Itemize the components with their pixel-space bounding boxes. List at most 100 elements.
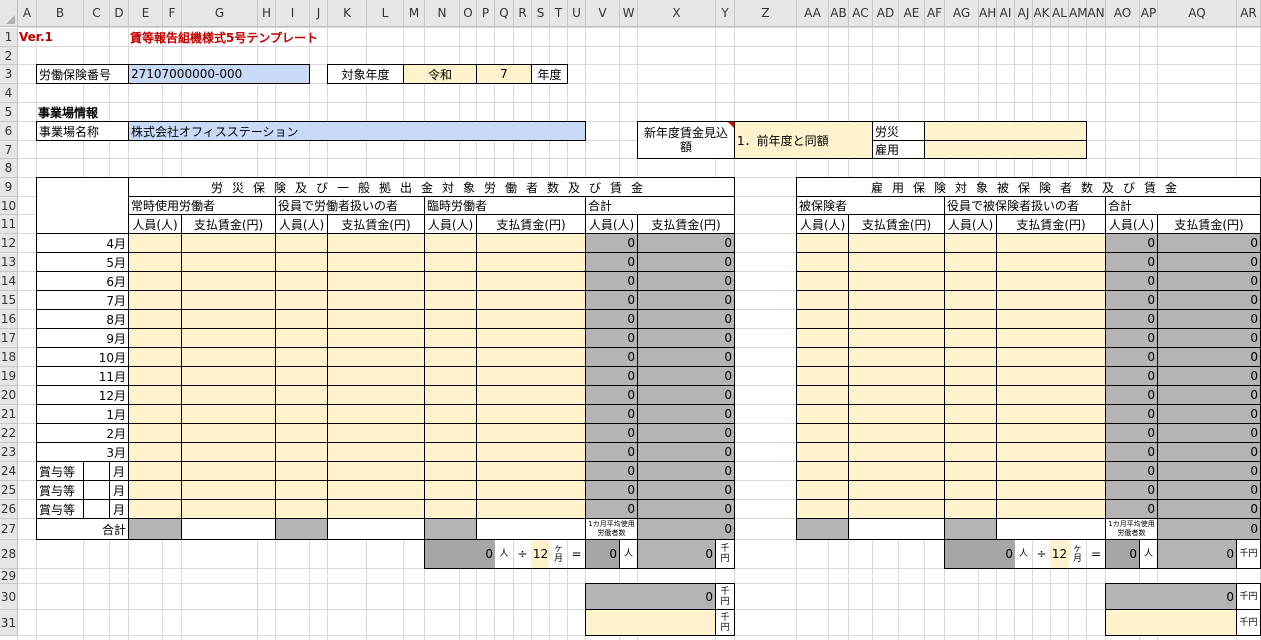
- row-header[interactable]: 3: [0, 65, 18, 84]
- people-input[interactable]: [424, 404, 477, 424]
- wage-input[interactable]: [848, 233, 945, 253]
- row-header[interactable]: 20: [0, 386, 18, 405]
- people-input[interactable]: [275, 347, 328, 367]
- people-input[interactable]: [796, 442, 849, 462]
- people-input[interactable]: [796, 404, 849, 424]
- people-input[interactable]: [128, 423, 182, 443]
- column-header[interactable]: E: [129, 0, 163, 27]
- calc-months-input[interactable]: 12: [1050, 539, 1069, 569]
- row-header[interactable]: 5: [0, 103, 18, 122]
- people-input[interactable]: [275, 366, 328, 386]
- row-header[interactable]: 11: [0, 215, 18, 234]
- wage-input[interactable]: [848, 385, 945, 405]
- people-input[interactable]: [275, 480, 328, 500]
- wage-input[interactable]: [996, 385, 1106, 405]
- row-header[interactable]: 6: [0, 122, 18, 141]
- people-input[interactable]: [424, 499, 477, 519]
- column-header[interactable]: N: [425, 0, 460, 27]
- rousai-estimate-field[interactable]: [924, 121, 1087, 141]
- people-input[interactable]: [944, 309, 997, 329]
- bonus-month-input[interactable]: [83, 461, 110, 481]
- wage-input[interactable]: [476, 309, 586, 329]
- summary-input[interactable]: [585, 609, 716, 636]
- wage-input[interactable]: [996, 499, 1106, 519]
- people-input[interactable]: [944, 366, 997, 386]
- people-input[interactable]: [944, 271, 997, 291]
- people-input[interactable]: [275, 252, 328, 272]
- wage-input[interactable]: [181, 499, 276, 519]
- people-input[interactable]: [275, 461, 328, 481]
- column-header[interactable]: Q: [495, 0, 514, 27]
- column-header[interactable]: G: [182, 0, 258, 27]
- wage-input[interactable]: [327, 499, 425, 519]
- row-header[interactable]: 23: [0, 443, 18, 462]
- people-input[interactable]: [424, 347, 477, 367]
- bonus-month-input[interactable]: [83, 499, 110, 519]
- row-header[interactable]: 9: [0, 178, 18, 197]
- workplace-name-field[interactable]: 株式会社オフィスステーション: [128, 121, 586, 141]
- people-input[interactable]: [424, 309, 477, 329]
- people-input[interactable]: [796, 480, 849, 500]
- column-header[interactable]: AD: [873, 0, 899, 27]
- row-header[interactable]: 25: [0, 481, 18, 500]
- wage-input[interactable]: [996, 309, 1106, 329]
- row-header[interactable]: 24: [0, 462, 18, 481]
- wage-input[interactable]: [848, 328, 945, 348]
- people-input[interactable]: [275, 499, 328, 519]
- people-input[interactable]: [275, 442, 328, 462]
- people-input[interactable]: [424, 423, 477, 443]
- wage-input[interactable]: [476, 347, 586, 367]
- column-header[interactable]: F: [163, 0, 182, 27]
- insurance-number-field[interactable]: 27107000000-000: [128, 64, 310, 84]
- column-header[interactable]: AA: [797, 0, 829, 27]
- wage-input[interactable]: [476, 328, 586, 348]
- wage-input[interactable]: [848, 347, 945, 367]
- column-header[interactable]: AG: [945, 0, 979, 27]
- column-header[interactable]: K: [328, 0, 367, 27]
- column-header[interactable]: AN: [1087, 0, 1106, 27]
- row-header[interactable]: 30: [0, 584, 18, 610]
- wage-input[interactable]: [327, 480, 425, 500]
- people-input[interactable]: [796, 385, 849, 405]
- column-header[interactable]: AO: [1106, 0, 1140, 27]
- column-header[interactable]: S: [532, 0, 550, 27]
- column-header[interactable]: P: [477, 0, 495, 27]
- column-header[interactable]: B: [37, 0, 84, 27]
- row-header[interactable]: 22: [0, 424, 18, 443]
- people-input[interactable]: [944, 423, 997, 443]
- people-input[interactable]: [275, 309, 328, 329]
- wage-input[interactable]: [848, 404, 945, 424]
- column-header[interactable]: AR: [1237, 0, 1261, 27]
- people-input[interactable]: [424, 442, 477, 462]
- people-input[interactable]: [275, 404, 328, 424]
- row-header[interactable]: 18: [0, 348, 18, 367]
- wage-input[interactable]: [848, 423, 945, 443]
- people-input[interactable]: [128, 290, 182, 310]
- row-header[interactable]: 2: [0, 47, 18, 65]
- column-header[interactable]: AK: [1033, 0, 1051, 27]
- people-input[interactable]: [128, 480, 182, 500]
- wage-input[interactable]: [476, 252, 586, 272]
- wage-input[interactable]: [848, 271, 945, 291]
- column-header[interactable]: X: [638, 0, 716, 27]
- wage-input[interactable]: [181, 271, 276, 291]
- wage-input[interactable]: [327, 404, 425, 424]
- wage-input[interactable]: [327, 290, 425, 310]
- wage-input[interactable]: [181, 290, 276, 310]
- column-header[interactable]: Y: [716, 0, 735, 27]
- wage-input[interactable]: [327, 309, 425, 329]
- column-header[interactable]: C: [84, 0, 110, 27]
- wage-input[interactable]: [476, 385, 586, 405]
- wage-input[interactable]: [996, 442, 1106, 462]
- wage-input[interactable]: [476, 499, 586, 519]
- wage-input[interactable]: [476, 271, 586, 291]
- row-header[interactable]: 29: [0, 569, 18, 584]
- wage-input[interactable]: [327, 423, 425, 443]
- wage-input[interactable]: [181, 366, 276, 386]
- wage-input[interactable]: [476, 480, 586, 500]
- wage-input[interactable]: [181, 233, 276, 253]
- wage-input[interactable]: [996, 404, 1106, 424]
- people-input[interactable]: [424, 233, 477, 253]
- people-input[interactable]: [796, 461, 849, 481]
- wage-input[interactable]: [476, 290, 586, 310]
